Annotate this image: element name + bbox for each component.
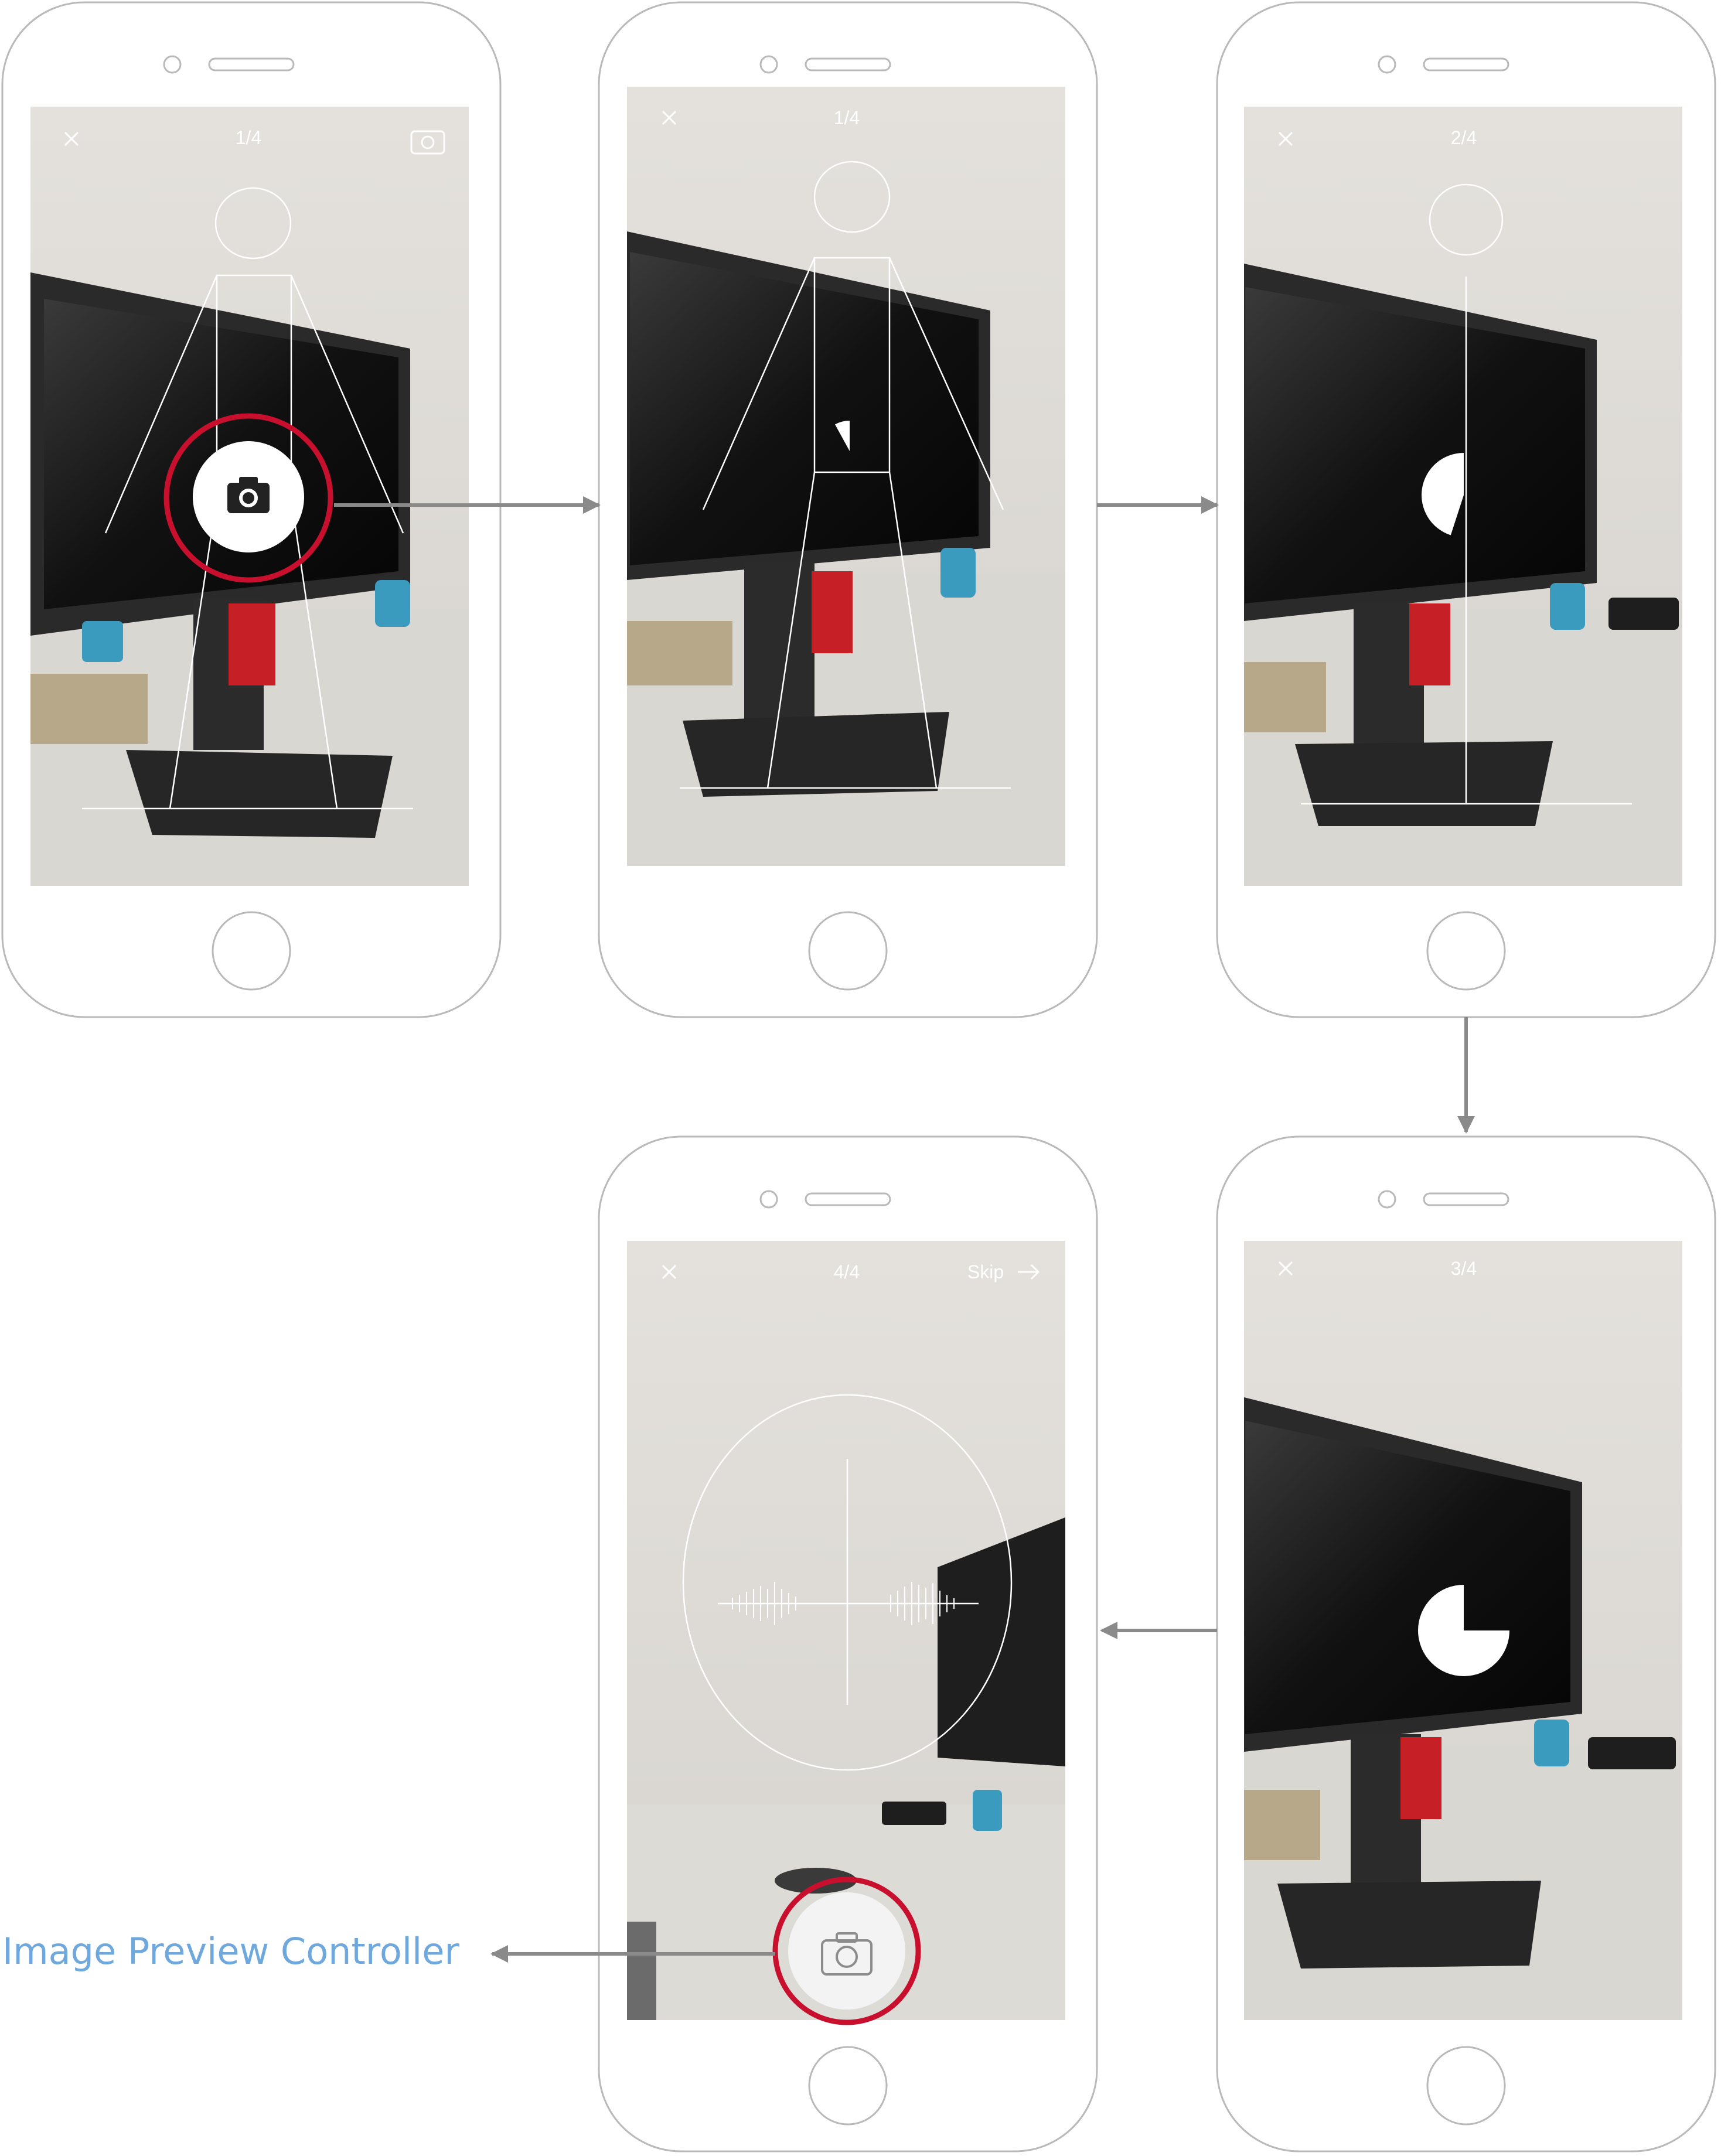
- phone-screen-4: 3/4: [1216, 1135, 1716, 2152]
- capture-button[interactable]: [193, 441, 304, 552]
- flow-diagram: 1/4 1/4 2/4 3/4 4/4 Skip Image Preview C…: [1, 1, 1716, 2152]
- screen-counter: 3/4: [1451, 1258, 1477, 1279]
- phone-screen-3: 2/4: [1216, 1, 1716, 1018]
- skip-button[interactable]: Skip: [967, 1261, 1004, 1282]
- phone-screen-2: 1/4: [598, 1, 1098, 1018]
- camera-preview: [627, 87, 1065, 866]
- screen-counter: 1/4: [834, 107, 860, 128]
- screen-counter: 1/4: [236, 127, 261, 148]
- screen-counter: 4/4: [834, 1261, 860, 1282]
- phone-screen-5: 4/4 Skip: [598, 1135, 1098, 2152]
- capture-button[interactable]: [788, 1892, 905, 2010]
- screen-counter: 2/4: [1451, 127, 1477, 148]
- annotation-label: Image Preview Controller: [2, 1930, 459, 1973]
- phone-screen-1: 1/4: [1, 1, 502, 1018]
